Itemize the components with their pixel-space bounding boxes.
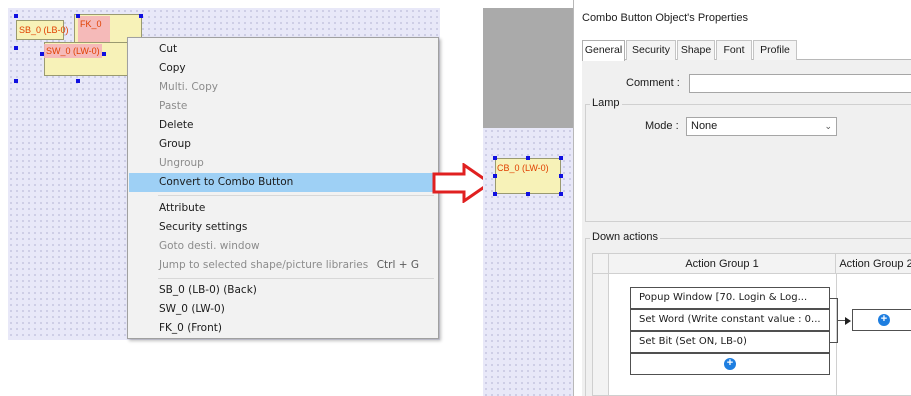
action-set-bit[interactable]: Set Bit (Set ON, LB-0) [630,331,830,353]
selection-handle[interactable] [526,192,530,196]
action-popup-window[interactable]: Popup Window [70. Login & Log... [630,287,830,309]
properties-dialog: Combo Button Object's Properties General… [573,0,911,396]
menu-separator [158,278,434,279]
menu-item-paste: Paste [159,100,188,112]
mode-select-value: None [691,120,718,132]
plus-icon: + [724,358,736,370]
selection-handle[interactable] [559,156,563,160]
connector-line [830,342,838,343]
context-menu: Cut Copy Multi. Copy Paste Delete Group … [127,37,439,339]
chevron-down-icon: ⌄ [824,121,832,131]
connector-arrowhead-icon [845,317,851,325]
menu-item-convert-to-combo-button[interactable]: Convert to Combo Button [129,173,437,192]
menu-item-attribute[interactable]: Attribute [129,199,437,218]
action-set-word[interactable]: Set Word (Write constant value : 0... [630,309,830,331]
tab-font[interactable]: Font [716,40,752,60]
selection-handle[interactable] [14,79,18,83]
selection-handle[interactable] [40,52,44,56]
design-canvas-right[interactable]: CB_0 (LW-0) [483,128,573,396]
menu-item-sb-back[interactable]: SB_0 (LB-0) (Back) [129,281,437,300]
add-action-button[interactable]: + [630,353,830,375]
selection-handle[interactable] [493,156,497,160]
lamp-group-title: Lamp [590,97,622,109]
menu-item-group[interactable]: Group [129,135,437,154]
menu-item-security-settings[interactable]: Security settings [129,218,437,237]
menu-item-cut[interactable]: Cut [129,40,437,59]
selection-handle[interactable] [493,174,497,178]
menu-item-fk-front[interactable]: FK_0 (Front) [129,319,437,338]
fk-object-label: FK_0 [80,19,102,29]
plus-icon: + [878,314,890,326]
selection-handle[interactable] [559,174,563,178]
action-groups-grid: Action Group 1 Action Group 2 Popup Wind… [592,253,911,396]
down-actions-title: Down actions [590,231,661,243]
menu-item-jump-to-libraries: Jump to selected shape/picture libraries… [129,256,437,275]
sb-object-label: SB_0 (LB-0) [19,25,69,35]
tab-shape[interactable]: Shape [677,40,715,60]
row-header-corner [593,254,609,274]
dialog-title: Combo Button Object's Properties [582,12,748,24]
menu-item-copy[interactable]: Copy [129,59,437,78]
selection-handle[interactable] [102,52,106,56]
selection-handle[interactable] [14,14,18,18]
column-header-action-group-1: Action Group 1 [609,254,836,274]
sw-object-label: SW_0 (LW-0) [46,46,100,56]
mode-select[interactable]: None ⌄ [686,117,837,136]
grid-row-stripe [593,274,609,395]
general-panel: Comment : Lamp Mode : None ⌄ Down action… [582,60,911,396]
selection-handle[interactable] [14,46,18,50]
tab-profile[interactable]: Profile [753,40,797,60]
menu-item-delete[interactable]: Delete [129,116,437,135]
menu-separator [158,195,434,196]
selection-handle[interactable] [526,156,530,160]
mode-label: Mode : [645,120,679,132]
gray-background [483,8,573,128]
comment-label: Comment : [626,77,680,89]
menu-item-ungroup: Ungroup [159,157,204,169]
column-header-action-group-2: Action Group 2 [836,254,911,274]
tab-general[interactable]: General [582,40,625,61]
menu-shortcut: Ctrl + G [376,259,419,271]
menu-item-goto-desti-window: Goto desti. window [159,240,260,252]
menu-item-multi-copy: Multi. Copy [159,81,218,93]
comment-field[interactable] [689,74,911,93]
menu-item-sw[interactable]: SW_0 (LW-0) [129,300,437,319]
selection-handle[interactable] [493,192,497,196]
selection-handle[interactable] [76,14,80,18]
selection-handle[interactable] [559,192,563,196]
selection-handle[interactable] [76,79,80,83]
combo-button-label: CB_0 (LW-0) [497,163,549,173]
add-action-group-button[interactable]: + [852,309,911,331]
tab-security[interactable]: Security [626,40,676,60]
menu-item-jump-label: Jump to selected shape/picture libraries [159,259,369,271]
selection-handle[interactable] [139,14,143,18]
